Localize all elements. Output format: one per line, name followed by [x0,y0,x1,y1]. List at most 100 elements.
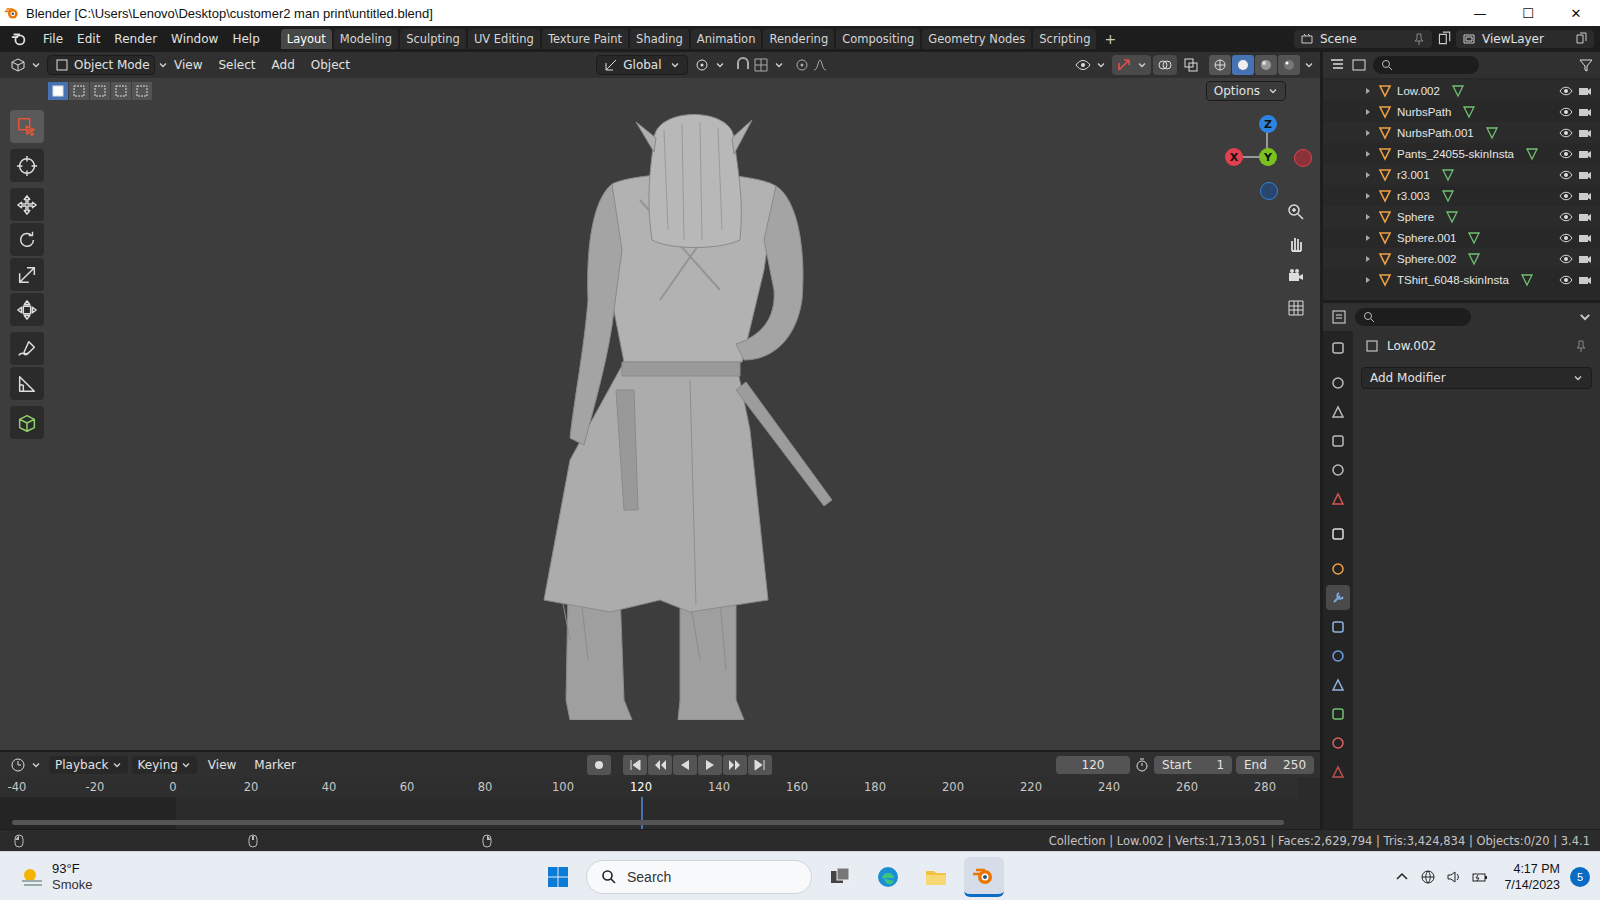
speaker-icon[interactable] [1446,869,1462,885]
battery-icon[interactable] [1472,869,1488,885]
render-camera-icon[interactable] [1578,105,1592,119]
properties-tab[interactable] [1326,759,1350,784]
record-button[interactable] [587,755,611,775]
viewport-menu-item[interactable]: View [167,55,209,75]
selection-mode-button[interactable] [48,82,68,100]
workspace-tab[interactable]: Compositing [836,29,920,49]
eye-open-icon[interactable] [1559,210,1573,224]
properties-tab[interactable] [1326,335,1350,360]
globe-icon[interactable] [1420,869,1436,885]
selection-mode-button[interactable] [69,82,89,100]
clock[interactable]: 4:17 PM 7/14/2023 [1504,861,1560,894]
workspace-tab[interactable]: Animation [691,29,762,49]
play-reverse-button[interactable] [673,755,697,775]
outliner-row[interactable]: NurbsPath [1323,101,1600,122]
menu-item[interactable]: Window [164,29,225,49]
timeline-track[interactable]: -40-200204060801001201401601802002202402… [0,777,1320,829]
workspace-tab[interactable]: UV Editing [468,29,540,49]
gizmo-x-axis[interactable]: X [1225,148,1243,166]
gizmo-z-negative[interactable] [1260,182,1278,200]
pan-button[interactable] [1283,232,1309,256]
properties-tab[interactable] [1326,399,1350,424]
properties-tab[interactable] [1326,585,1350,610]
visibility-button[interactable] [1071,55,1110,75]
expand-arrow-icon[interactable] [1363,107,1373,117]
workspace-tab[interactable]: Shading [630,29,689,49]
render-camera-icon[interactable] [1578,147,1592,161]
snap-button[interactable] [731,55,788,75]
start-button[interactable] [538,857,578,897]
expand-arrow-icon[interactable] [1363,170,1373,180]
tool-button[interactable] [10,367,44,400]
render-camera-icon[interactable] [1578,168,1592,182]
expand-arrow-icon[interactable] [1363,233,1373,243]
tool-button[interactable] [10,406,44,439]
viewport-menu-item[interactable]: Select [211,55,262,75]
zoom-button[interactable] [1283,200,1309,224]
timeline-menu[interactable]: Playback [49,756,128,774]
workspace-tab[interactable]: Scripting [1033,29,1096,49]
gizmo-z-axis[interactable]: Z [1259,115,1277,133]
options-dropdown[interactable]: Options [1206,81,1286,101]
outliner-row[interactable]: Sphere.001 [1323,227,1600,248]
current-frame-field[interactable]: 120 [1056,756,1130,774]
jump-start-button[interactable] [623,755,647,775]
render-camera-icon[interactable] [1578,210,1592,224]
filter-icon[interactable] [1578,57,1594,73]
shading-mode-button[interactable] [1255,55,1277,75]
gizmo-toggle[interactable] [1112,55,1151,75]
expand-arrow-icon[interactable] [1363,86,1373,96]
outliner-row[interactable]: Sphere.002 [1323,248,1600,269]
render-camera-icon[interactable] [1578,273,1592,287]
timeline-scrollbar[interactable] [12,820,1284,825]
prev-keyframe-button[interactable] [648,755,672,775]
render-camera-icon[interactable] [1578,84,1592,98]
window-control-button[interactable]: — [1456,0,1504,26]
workspace-tab[interactable]: Rendering [763,29,834,49]
show-hidden-icons-icon[interactable] [1394,869,1410,885]
selection-mode-button[interactable] [90,82,110,100]
tool-button[interactable] [10,223,44,256]
expand-arrow-icon[interactable] [1363,254,1373,264]
outliner-row[interactable]: r3.003 [1323,185,1600,206]
ortho-toggle-button[interactable] [1283,296,1309,320]
properties-tab[interactable] [1326,672,1350,697]
taskbar-search[interactable]: Search [586,860,812,894]
properties-tab[interactable] [1326,643,1350,668]
menu-item[interactable]: Render [107,29,164,49]
eye-open-icon[interactable] [1559,84,1573,98]
viewport-menu-item[interactable]: Add [265,55,302,75]
add-modifier-dropdown[interactable]: Add Modifier [1361,367,1592,389]
start-frame-field[interactable]: Start1 [1154,756,1232,774]
shading-mode-button[interactable] [1232,55,1254,75]
properties-tab[interactable] [1326,556,1350,581]
options-chevron-icon[interactable] [1578,310,1592,324]
eye-open-icon[interactable] [1559,105,1573,119]
shading-mode-button[interactable] [1209,55,1231,75]
render-camera-icon[interactable] [1578,252,1592,266]
tool-button[interactable] [10,149,44,182]
tool-button[interactable] [10,258,44,291]
selection-mode-button[interactable] [111,82,131,100]
next-keyframe-button[interactable] [723,755,747,775]
gizmo-y-axis[interactable]: Y [1259,148,1277,166]
properties-tab[interactable] [1326,370,1350,395]
selection-mode-button[interactable] [132,82,152,100]
outliner-row[interactable]: Sphere [1323,206,1600,227]
properties-tab[interactable] [1326,701,1350,726]
menu-item[interactable]: Help [225,29,266,49]
workspace-tab[interactable]: Sculpting [400,29,466,49]
expand-arrow-icon[interactable] [1363,275,1373,285]
properties-tab[interactable] [1326,521,1350,546]
tool-button[interactable] [10,188,44,221]
properties-tab[interactable] [1326,428,1350,453]
overlay-toggle[interactable] [1153,55,1177,75]
timeline-editor-button[interactable] [6,755,45,775]
play-button[interactable] [698,755,722,775]
properties-search[interactable] [1355,308,1471,326]
workspace-tab[interactable]: Modeling [334,29,398,49]
weather-widget[interactable]: 93°F Smoke [10,861,538,894]
window-control-button[interactable]: ☐ [1504,0,1552,26]
render-camera-icon[interactable] [1578,231,1592,245]
expand-arrow-icon[interactable] [1363,128,1373,138]
